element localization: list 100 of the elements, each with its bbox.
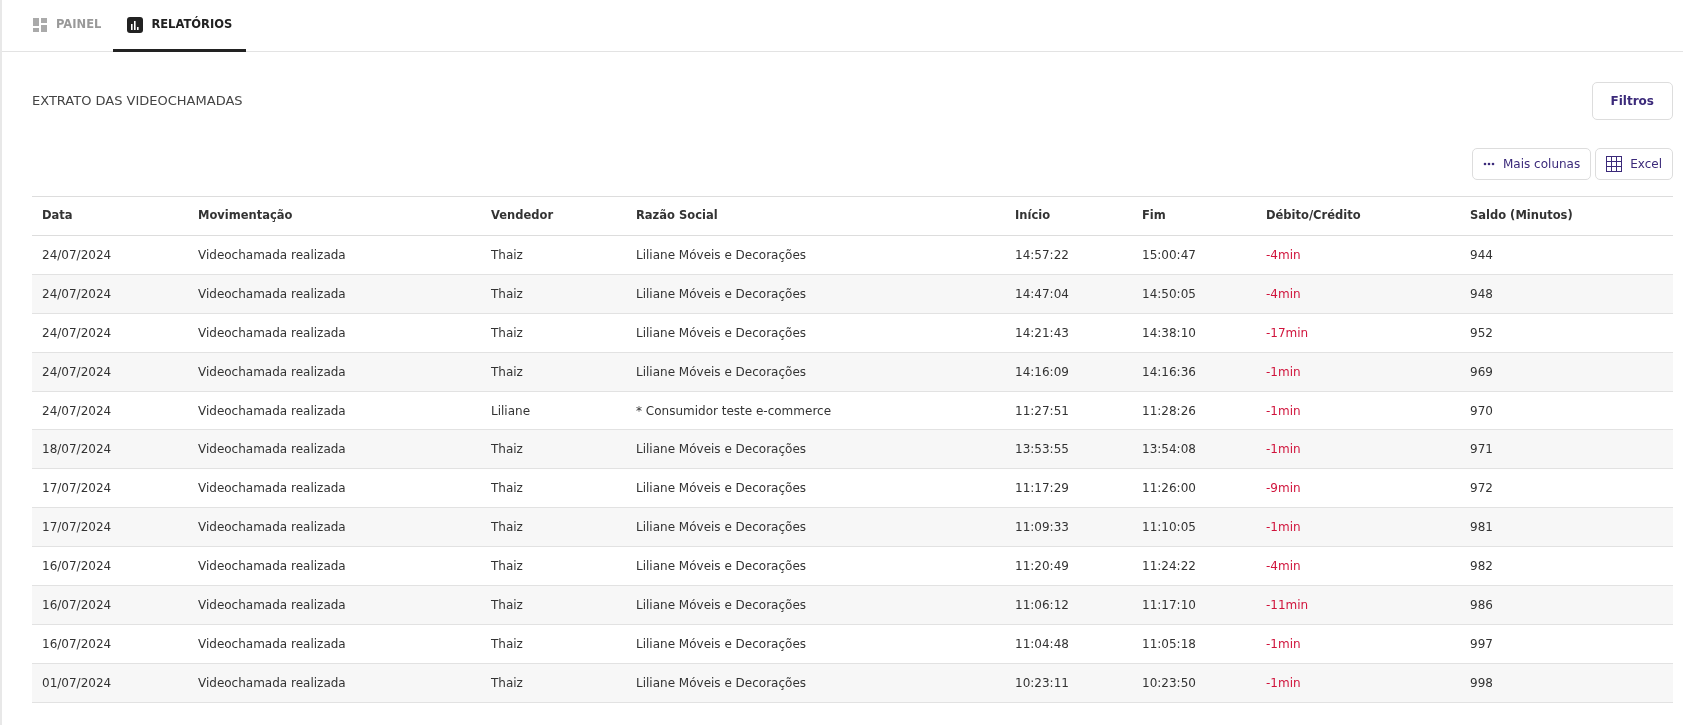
more-icon [1483, 162, 1495, 166]
table-cell-text: 997 [1469, 635, 1494, 653]
table-cell-text: 14:16:36 [1141, 363, 1197, 381]
table-cell-text: 24/07/2024 [41, 324, 113, 342]
tab[interactable]: RELATÓRIOS [113, 0, 247, 52]
table-cell-text: 11:05:18 [1141, 635, 1197, 653]
table-cell-text: Videochamada realizada [197, 596, 347, 614]
table-cell-text: 986 [1469, 596, 1494, 614]
table-cell-text: Thaiz [490, 635, 524, 653]
table-cell-text: Thaiz [490, 324, 524, 342]
table-cell-text: 11:26:00 [1141, 480, 1197, 498]
column-header[interactable]: Razão Social [626, 197, 1005, 235]
table-cell-text: 11:24:22 [1141, 558, 1197, 576]
table-cell-text: Liliane Móveis e Decorações [635, 674, 808, 692]
table-cell-text: 11:10:05 [1141, 519, 1197, 537]
table-cell-text: 998 [1469, 674, 1494, 692]
table-cell-text: 944 [1469, 246, 1494, 264]
table-cell-text: 981 [1469, 519, 1494, 537]
table-cell-text: Liliane Móveis e Decorações [635, 519, 808, 537]
more-columns-button[interactable]: Mais colunas [1472, 148, 1592, 180]
table-cell-text: Liliane Móveis e Decorações [635, 480, 808, 498]
table-cell-text: Thaiz [490, 519, 524, 537]
table-cell-text: Thaiz [490, 285, 524, 303]
table-cell-text: Videochamada realizada [197, 402, 347, 420]
table-cell-text: Liliane Móveis e Decorações [635, 324, 808, 342]
table-cell-text: 972 [1469, 480, 1494, 498]
table-cell-text: Thaiz [490, 674, 524, 692]
table-cell-text: Liliane Móveis e Decorações [635, 285, 808, 303]
table-cell-text: Liliane Móveis e Decorações [635, 363, 808, 381]
column-header[interactable]: Movimentação [188, 197, 481, 235]
table-cell-text: 24/07/2024 [41, 363, 113, 381]
table-cell-text: 16/07/2024 [41, 596, 113, 614]
column-header[interactable]: Início [1005, 197, 1132, 235]
table-cell-text: * Consumidor teste e-commerce [635, 402, 833, 420]
table-icon [1606, 156, 1623, 172]
table-cell-text: -1min [1265, 441, 1302, 459]
bar-chart-icon [127, 16, 144, 33]
column-header[interactable]: Saldo (Minutos) [1460, 197, 1673, 235]
table-cell-text: -9min [1265, 480, 1302, 498]
table-cell-text: Videochamada realizada [197, 480, 347, 498]
page-title: EXTRATO DAS VIDEOCHAMADAS [32, 93, 243, 109]
column-header[interactable]: Débito/Crédito [1256, 197, 1460, 235]
table-cell-text: 18/07/2024 [41, 441, 113, 459]
grid-icon [32, 16, 48, 33]
table-cell-text: 11:17:10 [1141, 596, 1197, 614]
table-cell-text: -1min [1265, 402, 1302, 420]
table-cell-text: 952 [1469, 324, 1494, 342]
table-cell-text: 11:17:29 [1014, 480, 1070, 498]
excel-button[interactable]: Excel [1595, 148, 1673, 180]
table-cell-text: 14:16:09 [1014, 363, 1070, 381]
table-cell-text: Thaiz [490, 363, 524, 381]
column-header[interactable]: Vendedor [481, 197, 626, 235]
table-cell-text: -11min [1265, 596, 1310, 614]
table-cell-text: 01/07/2024 [41, 674, 113, 692]
table-cell-text: Videochamada realizada [197, 558, 347, 576]
table-cell-text: 971 [1469, 441, 1494, 459]
table-cell-text: -4min [1265, 558, 1302, 576]
table-cell-text: 16/07/2024 [41, 635, 113, 653]
table-cell-text: 16/07/2024 [41, 558, 113, 576]
column-header[interactable]: Data [32, 197, 188, 235]
table-cell-text: Liliane Móveis e Decorações [635, 596, 808, 614]
table-cell-text: Videochamada realizada [197, 441, 347, 459]
table-cell-text: 11:06:12 [1014, 596, 1070, 614]
table-cell-text: -1min [1265, 635, 1302, 653]
filter-button[interactable]: Filtros [1591, 82, 1673, 120]
table-cell-text: Liliane Móveis e Decorações [635, 441, 808, 459]
table-cell-text: Thaiz [490, 558, 524, 576]
table-cell-text: 11:04:48 [1014, 635, 1070, 653]
table-cell-text: 24/07/2024 [41, 285, 113, 303]
table-cell-text: 14:38:10 [1141, 324, 1197, 342]
table-cell-text: 14:50:05 [1141, 285, 1197, 303]
table-cell-text: 13:54:08 [1141, 441, 1197, 459]
table-cell-text: -1min [1265, 674, 1302, 692]
table-cell-text: 11:27:51 [1014, 402, 1070, 420]
table-cell-text: 11:20:49 [1014, 558, 1070, 576]
table-cell-text: 17/07/2024 [41, 519, 113, 537]
table-cell-text: 10:23:11 [1014, 674, 1070, 692]
table-cell-text: 969 [1469, 363, 1494, 381]
table-cell-text: Videochamada realizada [197, 674, 347, 692]
table-cell-text: 17/07/2024 [41, 480, 113, 498]
table-cell-text: Videochamada realizada [197, 363, 347, 381]
table-cell-text: 15:00:47 [1141, 246, 1197, 264]
table-cell-text: Videochamada realizada [197, 635, 347, 653]
table-cell-text: Thaiz [490, 596, 524, 614]
table-cell-text: 14:21:43 [1014, 324, 1070, 342]
table-cell-text: 24/07/2024 [41, 246, 113, 264]
table-cell-text: 970 [1469, 402, 1494, 420]
table-cell-text: 11:09:33 [1014, 519, 1070, 537]
table-cell-text: -4min [1265, 285, 1302, 303]
table-cell-text: 13:53:55 [1014, 441, 1070, 459]
table-cell-text: 14:47:04 [1014, 285, 1070, 303]
column-header[interactable]: Fim [1132, 197, 1256, 235]
table-cell-text: Thaiz [490, 246, 524, 264]
table-cell-text: Videochamada realizada [197, 285, 347, 303]
table-cell-text: 11:28:26 [1141, 402, 1197, 420]
table-cell-text: Thaiz [490, 441, 524, 459]
table-cell-text: Thaiz [490, 480, 524, 498]
table-cell-text: Liliane Móveis e Decorações [635, 558, 808, 576]
table-cell-text: -17min [1265, 324, 1310, 342]
table-cell-text: 24/07/2024 [41, 402, 113, 420]
